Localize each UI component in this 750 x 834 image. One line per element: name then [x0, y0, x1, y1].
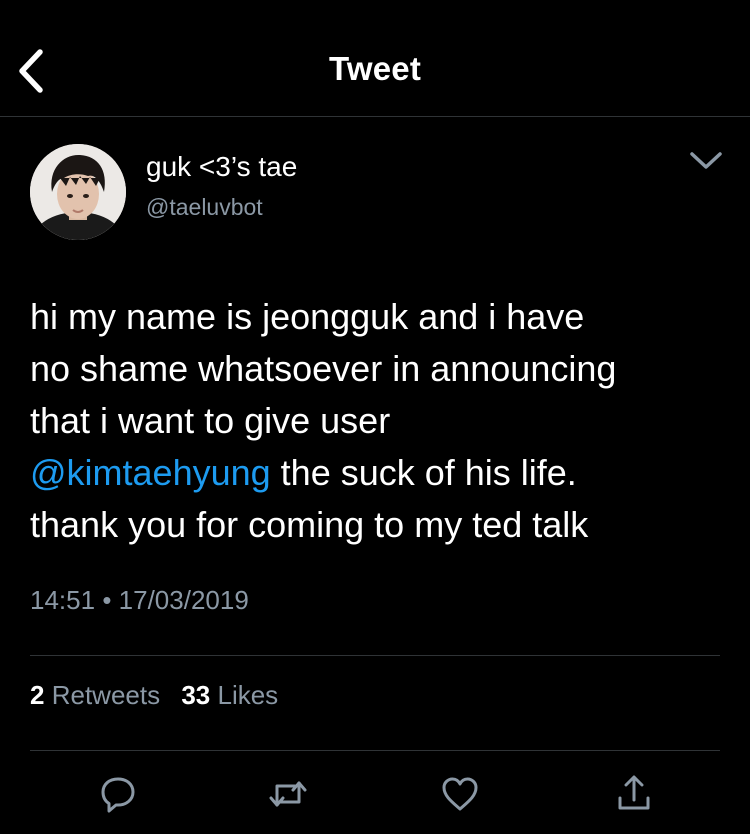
tweet-text-line: no shame whatsoever in announcing [30, 348, 617, 389]
avatar[interactable] [30, 144, 126, 240]
divider [30, 655, 720, 656]
tweet-menu-button[interactable] [686, 146, 726, 176]
retweets-label: Retweets [51, 680, 161, 710]
header-bar: Tweet [0, 0, 750, 117]
tweet-text: hi my name is jeongguk and i have no sha… [30, 291, 730, 551]
share-button[interactable] [612, 772, 656, 816]
tweet-text-line: hi my name is jeongguk and i have [30, 296, 585, 337]
likes-count: 33 [181, 680, 211, 710]
reply-button[interactable] [96, 772, 140, 816]
like-heart-icon [442, 777, 478, 811]
tweet-text-line: that i want to give user [30, 400, 391, 441]
retweets-stat[interactable]: 2 Retweets [30, 680, 160, 710]
likes-stat[interactable]: 33 Likes [181, 680, 278, 710]
tweet-text-line: @kimtaehyung the suck of his life. [30, 447, 730, 499]
tweet-time: 14:51 [30, 585, 96, 615]
page-title: Tweet [328, 50, 422, 87]
divider [30, 750, 720, 751]
mention-link[interactable]: @kimtaehyung [30, 452, 271, 493]
tweet-text-line: thank you for coming to my ted talk [30, 504, 589, 545]
tweet-date: 17/03/2019 [118, 585, 249, 615]
retweets-count: 2 [30, 680, 45, 710]
chevron-down-icon [690, 152, 722, 169]
retweet-button[interactable] [266, 772, 310, 816]
tweet-stats: 2 Retweets 33 Likes [30, 680, 292, 711]
retweet-icon [269, 781, 307, 807]
reply-icon [101, 777, 135, 813]
author-display-name[interactable]: guk <3’s tae [146, 151, 297, 183]
timestamp-separator: • [102, 585, 112, 615]
tweet-text-fragment: the suck of his life. [270, 452, 577, 493]
author-handle[interactable]: @taeluvbot [146, 194, 263, 221]
share-icon [618, 775, 650, 810]
like-button[interactable] [438, 772, 482, 816]
tweet-timestamp: 14:51 • 17/03/2019 [30, 585, 249, 616]
likes-label: Likes [217, 680, 279, 710]
profile-photo [30, 144, 126, 240]
